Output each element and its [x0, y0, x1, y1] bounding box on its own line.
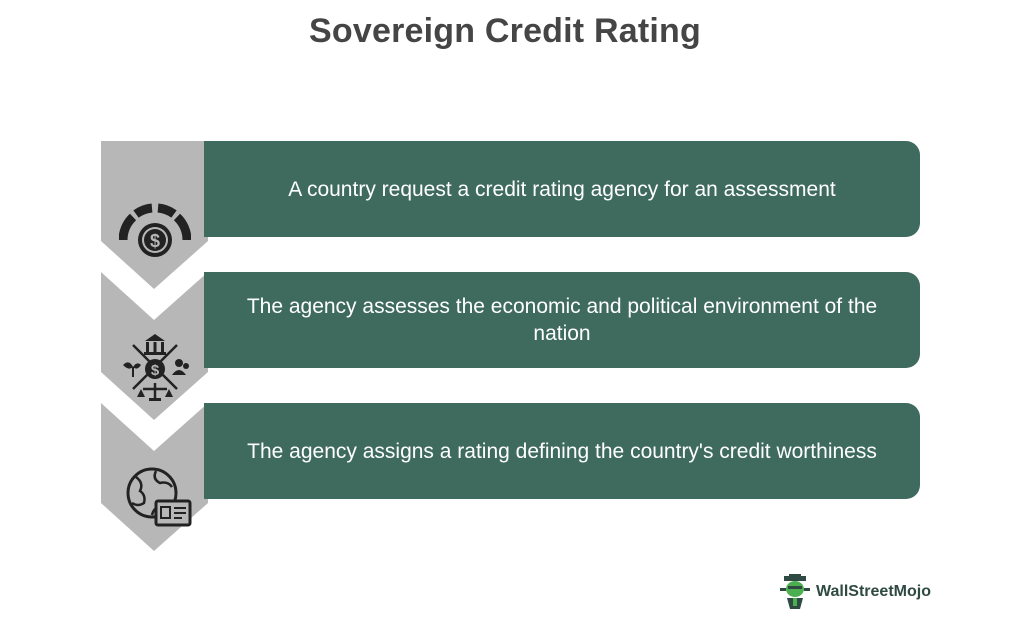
- page-title: Sovereign Credit Rating: [309, 12, 701, 50]
- logo-text: WallStreetMojo: [816, 583, 931, 600]
- credit-score-gauge-icon: $: [119, 203, 191, 257]
- wallstreetmojo-logo: WallStreetMojo: [778, 574, 931, 610]
- step-2-box: The agency assesses the economic and pol…: [204, 272, 920, 368]
- svg-text:$: $: [151, 362, 160, 379]
- mojo-mascot-icon: [780, 574, 810, 609]
- step-2-text: The agency assesses the economic and pol…: [246, 295, 878, 345]
- step-3-box: The agency assigns a rating defining the…: [204, 403, 920, 499]
- svg-text:$: $: [150, 231, 160, 251]
- step-1-text: A country request a credit rating agency…: [288, 177, 836, 201]
- step-1-box: A country request a credit rating agency…: [204, 141, 920, 237]
- economy-assessment-icon: $: [123, 334, 189, 401]
- step-3-text: The agency assigns a rating defining the…: [247, 439, 877, 463]
- globe-id-card-icon: [126, 467, 192, 527]
